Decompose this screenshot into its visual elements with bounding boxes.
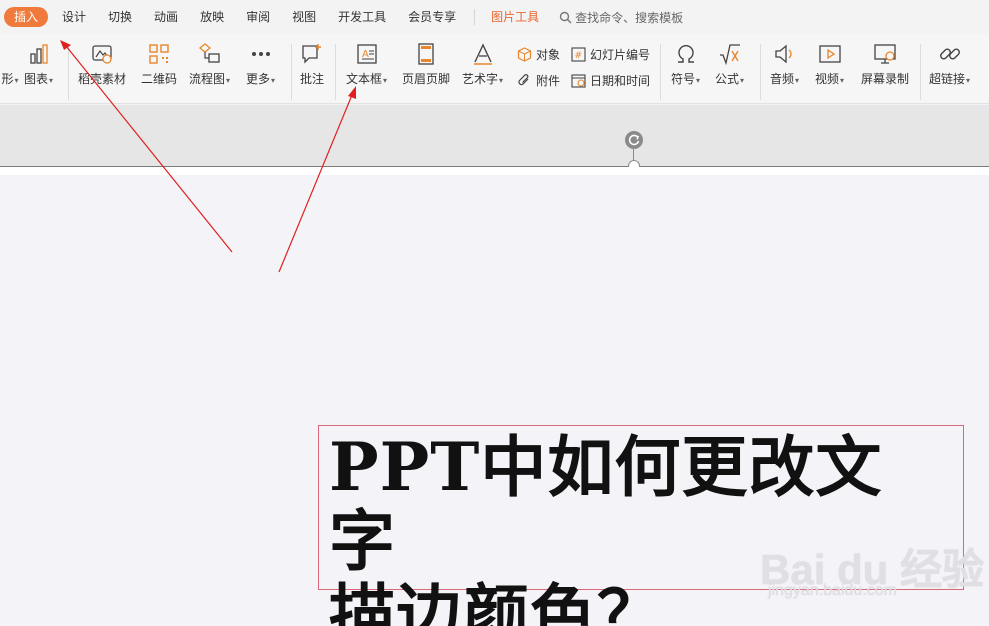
rotate-icon: [628, 134, 640, 146]
chart-button[interactable]: 图表▾: [24, 42, 53, 87]
app-window: 插入 设计 切换 动画 放映 审阅 视图 开发工具 会员专享 图片工具 查找命令…: [0, 0, 989, 626]
more-label: 更多: [246, 72, 271, 86]
video-icon: [818, 45, 841, 63]
hash-icon: #: [571, 47, 586, 62]
comment-icon: [302, 44, 321, 64]
ribbon-separator: [660, 44, 661, 100]
search-placeholder: 查找命令、搜索模板: [575, 10, 684, 25]
textbox-button[interactable]: A 文本框▾: [346, 42, 387, 87]
calendar-icon: [571, 74, 586, 88]
more-dots-icon: [251, 52, 270, 56]
datetime-label: 日期和时间: [590, 74, 651, 88]
object-label: 对象: [536, 48, 561, 62]
hyperlink-button[interactable]: 超链接▾: [929, 42, 970, 87]
chart-icon: [29, 44, 48, 64]
object-icon: [517, 47, 532, 62]
audio-label: 音频: [770, 72, 795, 86]
tab-animation[interactable]: 动画: [146, 7, 186, 27]
rotate-handle[interactable]: [625, 131, 643, 149]
svg-text:A: A: [362, 49, 369, 60]
slide-edge-strip: [0, 167, 989, 175]
tab-design[interactable]: 设计: [54, 7, 94, 27]
ribbon-separator: [335, 44, 336, 100]
material-icon: [92, 45, 112, 64]
slide-number-button[interactable]: # 幻灯片编号: [571, 46, 650, 63]
audio-button[interactable]: 音频▾: [770, 42, 799, 87]
menu-separator: [474, 9, 476, 25]
qrcode-label: 二维码: [141, 72, 178, 86]
tab-slideshow[interactable]: 放映: [192, 7, 232, 27]
wordart-button[interactable]: 艺术字▾: [462, 42, 503, 87]
header-footer-label: 页眉页脚: [402, 72, 451, 86]
shapes-label: 形: [1, 72, 14, 86]
ribbon-separator: [291, 44, 292, 100]
command-search[interactable]: 查找命令、搜索模板: [559, 9, 683, 26]
comment-button[interactable]: 批注: [300, 42, 324, 87]
daoke-material-button[interactable]: 稻壳素材: [78, 42, 126, 87]
tab-review[interactable]: 审阅: [238, 7, 278, 27]
header-footer-icon: [418, 43, 434, 65]
chart-label: 图表: [24, 72, 49, 86]
attachment-button[interactable]: 附件: [517, 72, 560, 89]
watermark-url: jingyan.baidu.com: [768, 582, 897, 599]
wordart-label: 艺术字: [462, 72, 499, 86]
video-label: 视频: [815, 72, 840, 86]
ribbon-separator: [760, 44, 761, 100]
shapes-icon: [0, 42, 22, 66]
screen-record-label: 屏幕录制: [861, 72, 910, 86]
svg-text:#: #: [575, 51, 583, 61]
flowchart-icon: [198, 43, 220, 63]
shapes-button[interactable]: 形▾: [0, 42, 22, 87]
symbol-label: 符号: [671, 72, 696, 86]
wordart-icon: [473, 43, 492, 65]
ribbon-toolbar: 形▾ 图表▾ 稻壳素材 二维码 流程图▾ 更多▾ 批注 A 文本框▾ 页眉页脚 …: [0, 34, 989, 104]
formula-icon: [719, 44, 740, 66]
tab-developer[interactable]: 开发工具: [330, 7, 394, 27]
datetime-button[interactable]: 日期和时间: [571, 72, 650, 89]
canvas-background: [0, 105, 989, 166]
ribbon-separator: [920, 44, 921, 100]
attachment-label: 附件: [536, 74, 561, 88]
slide-number-label: 幻灯片编号: [590, 48, 651, 62]
qrcode-button[interactable]: 二维码: [141, 42, 177, 87]
formula-label: 公式: [715, 72, 740, 86]
link-icon: [939, 48, 960, 60]
qrcode-icon: [149, 44, 169, 64]
header-footer-button[interactable]: 页眉页脚: [402, 42, 450, 87]
more-button[interactable]: 更多▾: [246, 42, 275, 87]
textbox-label: 文本框: [346, 72, 383, 86]
screen-record-button[interactable]: 屏幕录制: [861, 42, 909, 87]
tab-view[interactable]: 视图: [284, 7, 324, 27]
tab-member[interactable]: 会员专享: [400, 7, 464, 27]
tab-picture-tools[interactable]: 图片工具: [483, 7, 547, 27]
comment-label: 批注: [300, 72, 325, 86]
ribbon-separator: [68, 44, 69, 100]
formula-button[interactable]: 公式▾: [715, 42, 744, 87]
paperclip-icon: [518, 74, 529, 86]
screen-record-icon: [874, 44, 896, 64]
symbol-button[interactable]: 符号▾: [671, 42, 700, 87]
tab-transition[interactable]: 切换: [100, 7, 140, 27]
menu-bar: 插入 设计 切换 动画 放映 审阅 视图 开发工具 会员专享 图片工具 查找命令…: [0, 0, 989, 34]
daoke-label: 稻壳素材: [78, 72, 127, 86]
video-button[interactable]: 视频▾: [815, 42, 844, 87]
tab-insert[interactable]: 插入: [4, 7, 49, 27]
flowchart-button[interactable]: 流程图▾: [189, 42, 230, 87]
search-icon: [559, 11, 572, 23]
object-button[interactable]: 对象: [517, 46, 560, 63]
speaker-icon: [774, 44, 792, 64]
flowchart-label: 流程图: [189, 72, 226, 86]
omega-icon: [677, 44, 694, 63]
textbox-icon: A: [356, 44, 377, 64]
hyperlink-label: 超链接: [929, 72, 966, 86]
baidu-jingyan-watermark: Bai du 经验 jingyan.baidu.com: [760, 516, 985, 616]
